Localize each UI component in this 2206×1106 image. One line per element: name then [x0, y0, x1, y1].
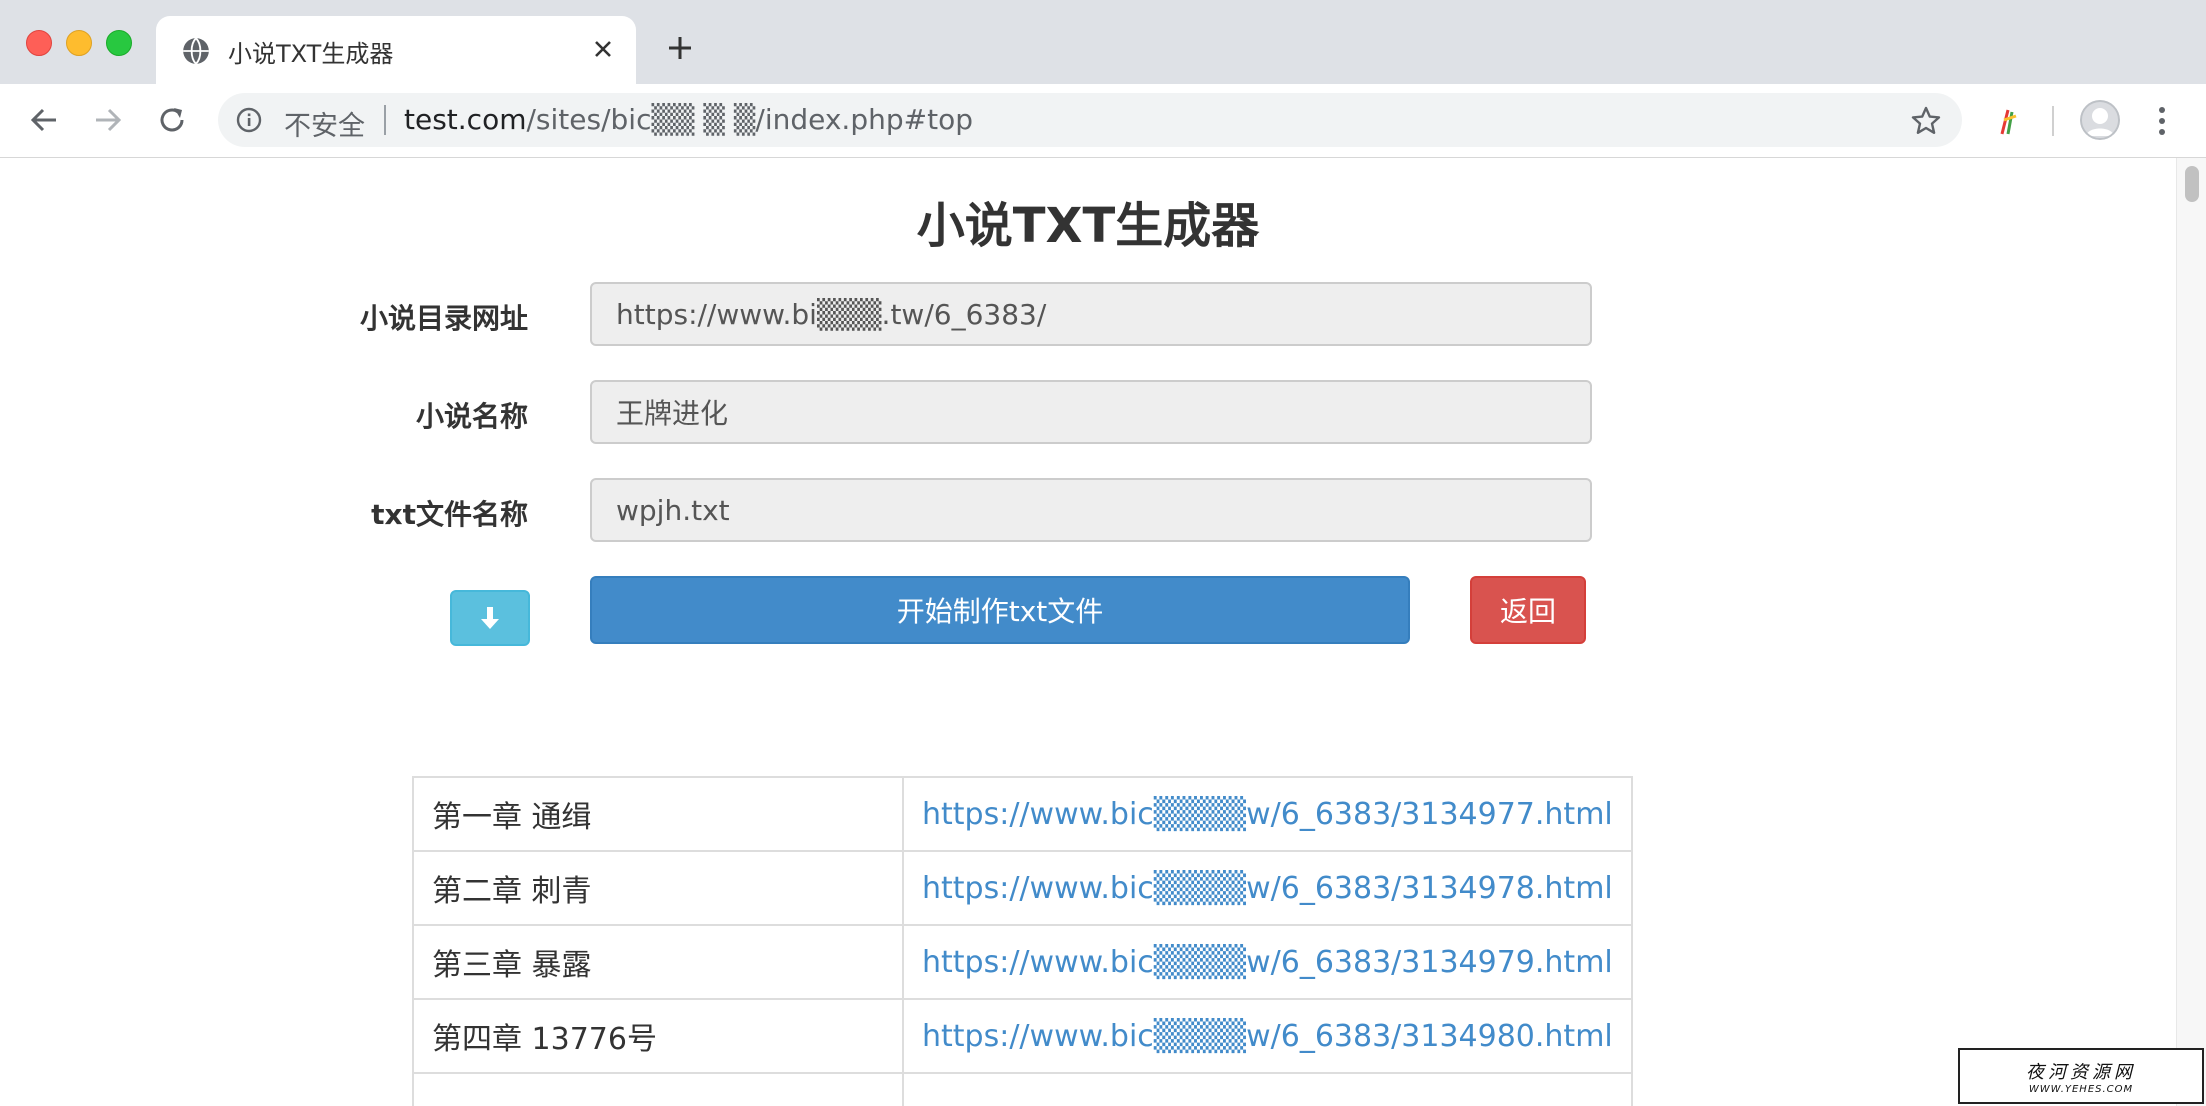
- toolbar-divider: [2052, 106, 2054, 136]
- back-button[interactable]: [24, 100, 64, 140]
- close-icon: [595, 41, 611, 57]
- table-row: 第二章 刺青 https://www.bic▒▒▒▒w/6_6383/31349…: [412, 850, 1633, 926]
- watermark-logo: 夜河资源网 WWW.YEHES.COM: [1958, 1048, 2204, 1104]
- plus-icon: [669, 37, 691, 59]
- arrow-right-icon: [96, 108, 122, 132]
- tab-title: 小说TXT生成器: [228, 40, 394, 68]
- globe-icon: [183, 37, 209, 65]
- page-title: 小说TXT生成器: [916, 198, 1260, 254]
- chapter-link[interactable]: https://www.bic▒▒▒▒w/6_6383/3134978.html: [902, 850, 1633, 926]
- url-text[interactable]: test.com/sites/bic▒▒ ▒ ▒/index.php#top: [404, 103, 973, 136]
- chapter-title-empty: [412, 1072, 904, 1106]
- url-host: test.com: [404, 103, 527, 136]
- chapter-link[interactable]: https://www.bic▒▒▒▒w/6_6383/3134979.html: [902, 924, 1633, 1000]
- watermark-sub-text: WWW.YEHES.COM: [2028, 1083, 2134, 1095]
- url-path: /sites/bic▒▒ ▒ ▒/index.php#top: [526, 103, 973, 136]
- kebab-menu-icon[interactable]: [2146, 102, 2178, 140]
- chapter-link-empty: [902, 1072, 1633, 1106]
- reload-icon: [160, 108, 184, 132]
- page-viewport: 小说TXT生成器 小说目录网址 小说名称 txt文件名称 开始制作txt文件 返…: [0, 158, 2176, 1106]
- novel-name-input[interactable]: [590, 380, 1592, 444]
- info-icon[interactable]: [236, 107, 262, 133]
- url-label: 小说目录网址: [359, 302, 528, 335]
- scrollbar-thumb[interactable]: [2185, 166, 2199, 202]
- avatar-icon[interactable]: [2080, 100, 2120, 140]
- chapter-table: 第一章 通缉 https://www.bic▒▒▒▒w/6_6383/31349…: [412, 776, 1633, 1106]
- start-generate-button[interactable]: 开始制作txt文件: [590, 576, 1410, 644]
- dots-vertical-icon: [2159, 107, 2165, 135]
- chapter-title: 第二章 刺青: [412, 850, 904, 926]
- browser-toolbar: 不安全 test.com/sites/bic▒▒ ▒ ▒/index.php#t…: [0, 84, 2206, 158]
- window-close-button[interactable]: [26, 30, 52, 56]
- chapter-title: 第一章 通缉: [412, 776, 904, 852]
- star-icon[interactable]: [1910, 105, 1942, 137]
- reload-button[interactable]: [152, 100, 192, 140]
- watermark-main-text: 夜河资源网: [2026, 1061, 2136, 1083]
- table-row: 第三章 暴露 https://www.bic▒▒▒▒w/6_6383/31349…: [412, 924, 1633, 1000]
- forward-button[interactable]: [88, 100, 128, 140]
- page-scrollbar[interactable]: [2176, 158, 2206, 1106]
- txt-filename-input[interactable]: [590, 478, 1592, 542]
- table-row: 第一章 通缉 https://www.bic▒▒▒▒w/6_6383/31349…: [412, 776, 1633, 852]
- back-button-page[interactable]: 返回: [1470, 576, 1586, 644]
- table-row: 第四章 13776号 https://www.bic▒▒▒▒w/6_6383/3…: [412, 998, 1633, 1074]
- chapter-link[interactable]: https://www.bic▒▒▒▒w/6_6383/3134977.html: [902, 776, 1633, 852]
- address-divider: [384, 105, 386, 135]
- chapter-title: 第三章 暴露: [412, 924, 904, 1000]
- tab-close-button[interactable]: [588, 34, 618, 64]
- address-bar[interactable]: 不安全 test.com/sites/bic▒▒ ▒ ▒/index.php#t…: [218, 93, 1962, 147]
- window-maximize-button[interactable]: [106, 30, 132, 56]
- new-tab-button[interactable]: [664, 32, 696, 64]
- profile-silhouette-icon: [2080, 100, 2120, 140]
- active-tab[interactable]: 小说TXT生成器: [156, 16, 636, 84]
- arrow-down-icon: [481, 607, 499, 629]
- security-status[interactable]: 不安全: [284, 104, 365, 143]
- name-label: 小说名称: [415, 400, 528, 433]
- chapter-link[interactable]: https://www.bic▒▒▒▒w/6_6383/3134980.html: [902, 998, 1633, 1074]
- file-label: txt文件名称: [371, 498, 528, 531]
- arrow-left-icon: [30, 108, 56, 132]
- extension-icon[interactable]: [1994, 106, 2024, 136]
- novel-url-input[interactable]: [590, 282, 1592, 346]
- window-minimize-button[interactable]: [66, 30, 92, 56]
- chapter-title: 第四章 13776号: [412, 998, 904, 1074]
- table-row-partial: [412, 1072, 1633, 1106]
- browser-tab-bar: 小说TXT生成器: [0, 0, 2206, 84]
- scroll-down-button[interactable]: [450, 590, 530, 646]
